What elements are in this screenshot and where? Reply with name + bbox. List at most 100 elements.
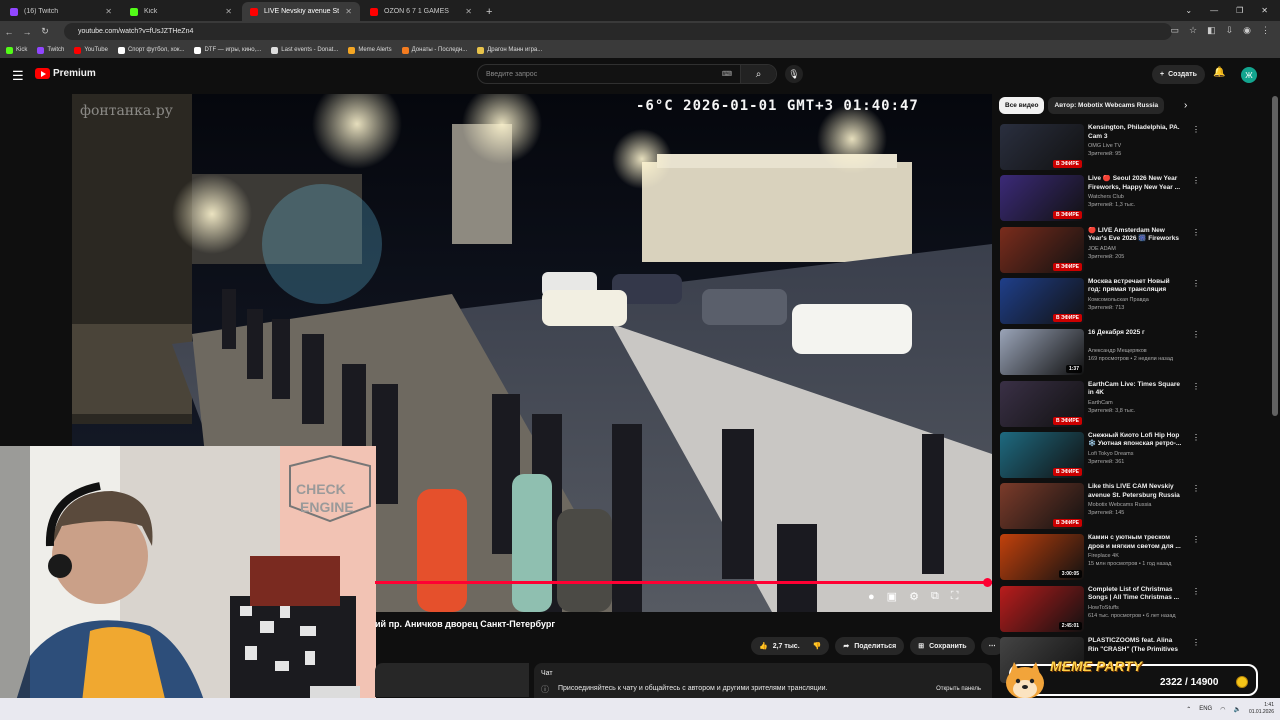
video-thumbnail[interactable]: В ЭФИРЕ bbox=[1000, 277, 1084, 324]
tab-close-icon[interactable]: ✕ bbox=[345, 7, 352, 16]
rec-menu-icon[interactable]: ⋮ bbox=[1192, 228, 1200, 237]
bookmark-label: Kick bbox=[16, 47, 28, 53]
description-box[interactable] bbox=[375, 663, 529, 697]
extensions-icon[interactable]: ◧ bbox=[1207, 25, 1216, 36]
recommendation-item[interactable]: В ЭФИРЕ Снежный Киото Lofi Hip Hop ❄️ Уют… bbox=[999, 431, 1259, 481]
bookmark-item[interactable]: YouTube bbox=[74, 46, 108, 54]
video-thumbnail[interactable]: В ЭФИРЕ bbox=[1000, 226, 1084, 273]
menu-icon[interactable]: ⋮ bbox=[1261, 25, 1270, 36]
back-icon[interactable]: ← bbox=[0, 27, 18, 37]
more-icon: ⋯ bbox=[988, 643, 996, 650]
bookmark-item[interactable]: Донаты - Последн... bbox=[401, 46, 467, 54]
bookmark-item[interactable]: Twitch bbox=[37, 46, 64, 54]
video-thumbnail[interactable]: В ЭФИРЕ bbox=[1000, 431, 1084, 478]
profile-icon[interactable]: ◉ bbox=[1243, 25, 1251, 36]
close-icon[interactable]: ✕ bbox=[1261, 6, 1268, 15]
bell-icon[interactable]: 🔔 bbox=[1213, 67, 1225, 78]
overlay-count: 2322 / 14900 bbox=[1160, 677, 1219, 688]
new-tab-button[interactable]: + bbox=[486, 2, 492, 21]
rec-menu-icon[interactable]: ⋮ bbox=[1192, 125, 1200, 134]
settings-gear-icon[interactable]: ⚙ bbox=[909, 590, 919, 603]
scrollbar[interactable] bbox=[1272, 96, 1278, 416]
youtube-logo[interactable]: Premium bbox=[35, 68, 96, 79]
avatar[interactable]: Ж bbox=[1241, 67, 1257, 83]
volume-icon[interactable]: 🔈 bbox=[1233, 706, 1240, 713]
rec-menu-icon[interactable]: ⋮ bbox=[1192, 535, 1200, 544]
live-badge: В ЭФИРЕ bbox=[1052, 416, 1082, 425]
recommendation-item[interactable]: В ЭФИРЕ 🔴 LIVE Amsterdam New Year's Eve 2… bbox=[999, 226, 1259, 276]
autoplay-toggle-icon[interactable]: ● bbox=[868, 591, 875, 603]
tab-close-icon[interactable]: ✕ bbox=[105, 7, 112, 16]
video-thumbnail[interactable]: В ЭФИРЕ bbox=[1000, 380, 1084, 427]
clock[interactable]: 1:41 01.01.2026 bbox=[1249, 702, 1274, 716]
subtitles-icon[interactable]: ▣ bbox=[887, 590, 897, 603]
maximize-icon[interactable]: ❐ bbox=[1236, 6, 1243, 15]
chip-all-videos[interactable]: Все видео bbox=[999, 97, 1045, 114]
video-thumbnail[interactable]: В ЭФИРЕ bbox=[1000, 483, 1084, 530]
url-field[interactable]: youtube.com/watch?v=fUsJZTHeZn4 bbox=[64, 23, 1172, 40]
browser-tab[interactable]: LIVE Nevskiy avenue St. Pe ✕ bbox=[242, 2, 360, 21]
minimize-icon[interactable]: — bbox=[1210, 6, 1218, 15]
save-button[interactable]: ⊞ Сохранить bbox=[910, 637, 975, 655]
bookmark-item[interactable]: Meme Alerts bbox=[348, 46, 392, 54]
share-button[interactable]: ➦ Поделиться bbox=[835, 637, 905, 655]
progress-scrubber[interactable] bbox=[983, 578, 992, 587]
browser-tab[interactable]: Kick ✕ bbox=[122, 2, 240, 21]
language-indicator[interactable]: ENG bbox=[1199, 706, 1212, 712]
browser-tab[interactable]: (16) Twitch ✕ bbox=[2, 2, 120, 21]
hamburger-menu-icon[interactable]: ☰ bbox=[12, 68, 24, 84]
search-box[interactable]: Введите запрос ⌨ ⌕ bbox=[477, 64, 777, 84]
wifi-icon[interactable]: ◠ bbox=[1220, 706, 1225, 713]
recommendation-item[interactable]: В ЭФИРЕ Live 🔴 Seoul 2026 New Year Firewo… bbox=[999, 175, 1259, 224]
progress-bar[interactable] bbox=[375, 581, 992, 584]
bookmark-item[interactable]: Спорт футбол, хок... bbox=[117, 46, 184, 54]
tray-chevron-icon[interactable]: ⌃ bbox=[1186, 706, 1191, 713]
video-thumbnail[interactable]: 1:37 bbox=[1000, 329, 1084, 376]
forward-icon[interactable]: → bbox=[18, 27, 36, 37]
rec-menu-icon[interactable]: ⋮ bbox=[1192, 382, 1200, 391]
recommendation-item[interactable]: 2:45:01 Complete List of Christmas Songs … bbox=[999, 585, 1259, 635]
downloads-icon[interactable]: ⇩ bbox=[1226, 25, 1234, 36]
rec-menu-icon[interactable]: ⋮ bbox=[1192, 638, 1200, 647]
bookmark-item[interactable]: Kick bbox=[6, 46, 28, 54]
rec-menu-icon[interactable]: ⋮ bbox=[1192, 484, 1200, 493]
cast-icon[interactable]: ▭ bbox=[1170, 25, 1179, 36]
open-chat-button[interactable]: Открыть панель bbox=[936, 686, 981, 692]
rec-menu-icon[interactable]: ⋮ bbox=[1192, 279, 1200, 288]
miniplayer-icon[interactable]: ⧉ bbox=[931, 590, 939, 603]
video-thumbnail[interactable]: 3:00:05 bbox=[1000, 534, 1084, 581]
rec-menu-icon[interactable]: ⋮ bbox=[1192, 587, 1200, 596]
chevron-down-icon[interactable]: ⌄ bbox=[1185, 6, 1192, 15]
recommendation-item[interactable]: В ЭФИРЕ Kensington, Philadelphia, PA. Cam… bbox=[999, 124, 1259, 173]
search-input[interactable]: Введите запрос bbox=[478, 71, 722, 78]
chip-author[interactable]: Автор: Mobotix Webcams Russia bbox=[1048, 97, 1165, 114]
rec-menu-icon[interactable]: ⋮ bbox=[1192, 330, 1200, 339]
search-button[interactable]: ⌕ bbox=[740, 65, 776, 83]
voice-search-button[interactable]: 🎙 bbox=[785, 65, 803, 83]
recommendation-item[interactable]: В ЭФИРЕ EarthCam Live: Times Square in 4K… bbox=[999, 380, 1259, 430]
browser-tab[interactable]: OZON 6 7 1 GAMES ✕ bbox=[362, 2, 480, 21]
like-button[interactable]: 👍 2,7 тыс. 👎 bbox=[751, 637, 830, 655]
rec-menu-icon[interactable]: ⋮ bbox=[1192, 433, 1200, 442]
bookmark-item[interactable]: Last events - Donat... bbox=[271, 46, 338, 54]
recommendation-item[interactable]: 3:00:05 Камин с уютным треском дров и мяг… bbox=[999, 534, 1259, 583]
bookmark-item[interactable]: Драгон Манн игра... bbox=[477, 46, 542, 54]
video-thumbnail[interactable]: 2:45:01 bbox=[1000, 585, 1084, 632]
bookmark-star-icon[interactable]: ☆ bbox=[1189, 25, 1197, 36]
create-button[interactable]: + Создать bbox=[1152, 65, 1205, 84]
recommendation-item[interactable]: 1:37 16 Декабря 2025 г Александр Мещеряков… bbox=[999, 329, 1259, 378]
chevron-right-icon[interactable]: › bbox=[1184, 100, 1187, 111]
tab-close-icon[interactable]: ✕ bbox=[225, 7, 232, 16]
rec-menu-icon[interactable]: ⋮ bbox=[1192, 176, 1200, 185]
bookmark-item[interactable]: DTF — игры, кино,... bbox=[194, 46, 261, 54]
rec-title: PLASTICZOOMS feat. Alina Rin "CRASH" (Th… bbox=[1088, 637, 1178, 653]
thumbs-down-icon[interactable]: 👎 bbox=[813, 642, 822, 650]
video-thumbnail[interactable]: В ЭФИРЕ bbox=[1000, 124, 1084, 170]
recommendation-item[interactable]: В ЭФИРЕ Like this LIVE CAM Nevskiy avenue… bbox=[999, 483, 1259, 532]
fullscreen-icon[interactable]: ⛶ bbox=[951, 590, 959, 603]
reload-icon[interactable]: ↻ bbox=[36, 26, 54, 37]
keyboard-icon[interactable]: ⌨ bbox=[722, 70, 732, 78]
tab-close-icon[interactable]: ✕ bbox=[465, 7, 472, 16]
recommendation-item[interactable]: В ЭФИРЕ Москва встречает Новый год: пряма… bbox=[999, 277, 1259, 327]
video-thumbnail[interactable]: В ЭФИРЕ bbox=[1000, 175, 1084, 222]
